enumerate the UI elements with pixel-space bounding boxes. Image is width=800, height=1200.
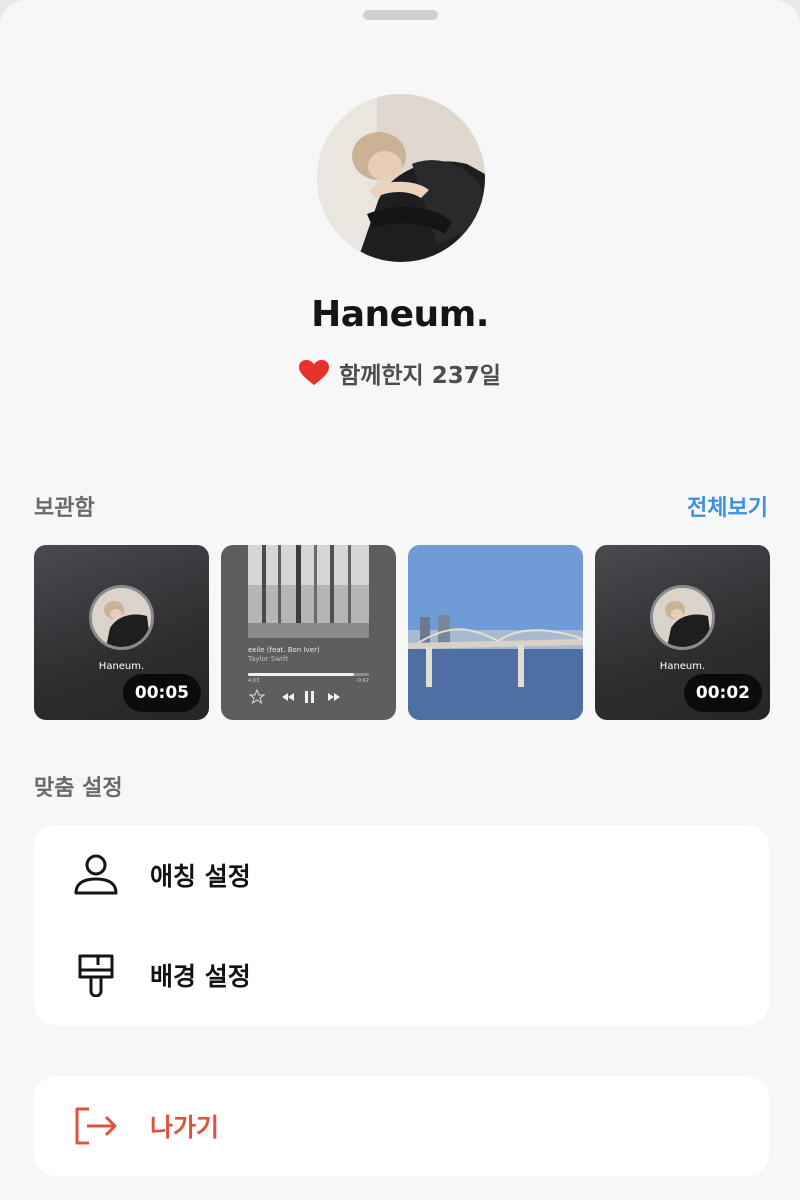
archive-title: 보관함 [34, 496, 95, 521]
nickname-setting-label: 애칭 설정 [150, 862, 251, 891]
star-icon [248, 688, 266, 705]
together-days: 함께한지 237일 [0, 356, 800, 390]
profile-avatar[interactable] [317, 94, 485, 262]
mini-name: Haneum. [98, 661, 145, 672]
rewind-icon [282, 693, 294, 701]
progress-fill [248, 673, 355, 676]
player-controls [248, 688, 340, 705]
mini-avatar-photo [653, 588, 712, 647]
together-text: 함께한지 237일 [339, 363, 501, 389]
background-setting[interactable]: 배경 설정 [34, 940, 769, 1010]
paint-brush-icon [66, 950, 126, 1000]
archive-thumbnails: Haneum. 00:05 exile (feat. Bon Iver) Tay… [34, 545, 770, 720]
settings-card: 애칭 설정 배경 설정 [34, 825, 769, 1025]
exit-card: 나가기 [34, 1076, 769, 1176]
exit-label: 나가기 [150, 1113, 220, 1142]
progress-track [248, 673, 369, 676]
remaining-time: -0:42 [355, 678, 369, 684]
sheet-grabber[interactable] [363, 10, 438, 20]
mini-name: Haneum. [659, 661, 706, 672]
photo-bridge [408, 545, 583, 720]
song-title: exile (feat. Bon Iver) [248, 646, 320, 654]
profile-name: Haneum. [311, 294, 489, 335]
elapsed-time: 4:03 [248, 678, 260, 684]
mini-avatar [650, 585, 715, 650]
mini-avatar-photo [92, 588, 151, 647]
nickname-setting[interactable]: 애칭 설정 [34, 840, 769, 910]
profile-sheet: Haneum. 함께한지 237일 보관함 전체보기 Haneum. 00:05 [0, 0, 800, 1200]
forest-art [248, 545, 369, 638]
pause-icon [305, 691, 308, 703]
archive-item-photo[interactable] [408, 545, 583, 720]
mini-avatar [89, 585, 154, 650]
duration-badge: 00:02 [683, 674, 762, 712]
background-setting-label: 배경 설정 [150, 962, 251, 991]
logout-icon [66, 1101, 126, 1151]
person-icon [66, 850, 126, 900]
album-art [248, 545, 369, 638]
see-all-link[interactable]: 전체보기 [687, 490, 768, 522]
archive-item-profile-1[interactable]: Haneum. 00:05 [34, 545, 209, 720]
archive-item-music[interactable]: exile (feat. Bon Iver) Taylor Swift 4:03… [221, 545, 396, 720]
duration-badge: 00:05 [122, 674, 201, 712]
archive-item-profile-2[interactable]: Haneum. 00:02 [595, 545, 770, 720]
song-artist: Taylor Swift [248, 655, 289, 663]
exit-button[interactable]: 나가기 [34, 1091, 769, 1161]
custom-settings-title: 맞춤 설정 [34, 776, 123, 801]
avatar-photo [317, 94, 485, 262]
forward-icon [328, 693, 340, 701]
heart-icon [299, 360, 330, 385]
